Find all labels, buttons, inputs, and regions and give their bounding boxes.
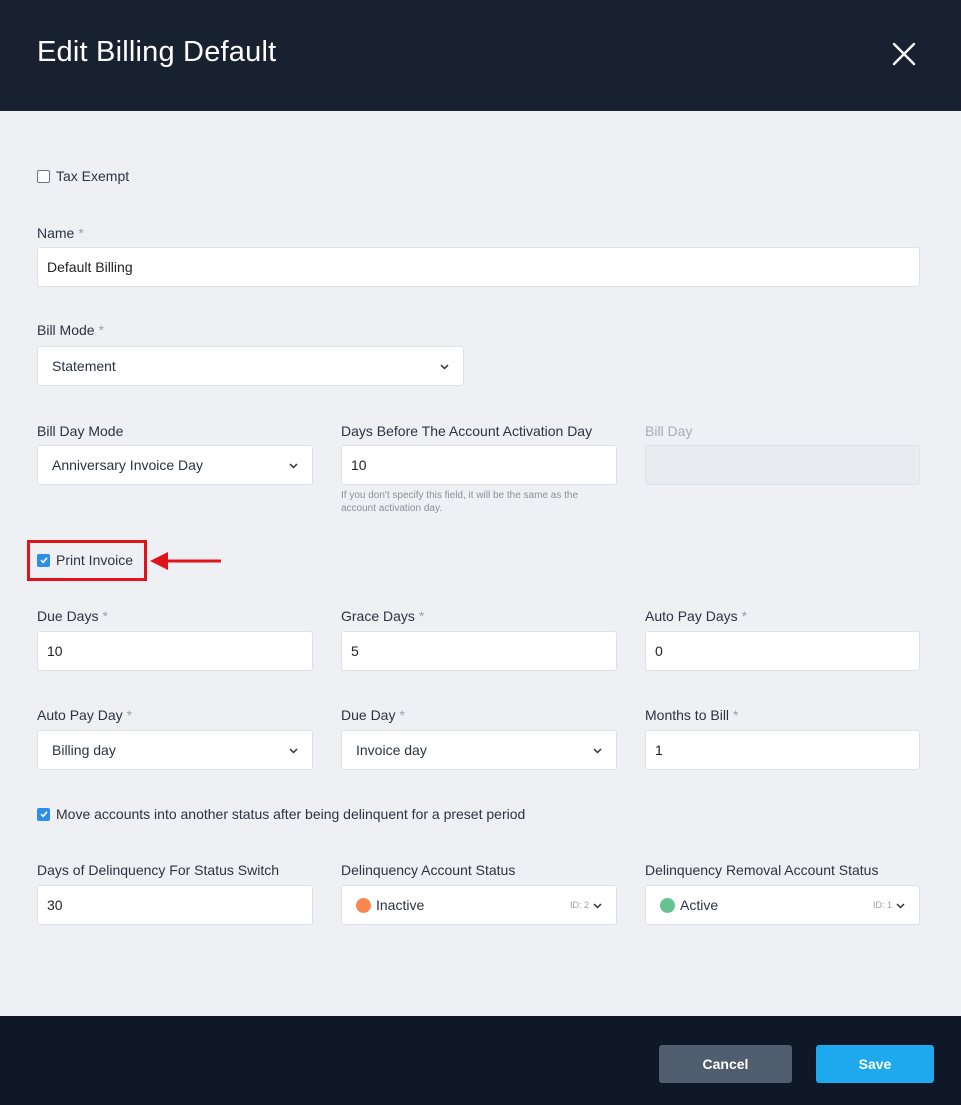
bill-mode-select[interactable]: Statement: [37, 346, 464, 386]
help-line: account activation day.: [341, 503, 442, 514]
bill-day-mode-label: Bill Day Mode: [37, 423, 124, 439]
status-id-badge: ID: 1: [872, 900, 892, 910]
grace-days-label: Grace Days *: [341, 608, 425, 624]
months-to-bill-input[interactable]: 1: [645, 730, 920, 770]
status-dot-icon: [356, 897, 371, 913]
tax-exempt-checkbox[interactable]: Tax Exempt: [37, 168, 129, 184]
checkbox-box[interactable]: [37, 169, 50, 183]
auto-pay-days-label: Auto Pay Days *: [645, 608, 748, 624]
due-day-label: Due Day *: [341, 707, 405, 723]
days-before-label: Days Before The Account Activation Day: [341, 423, 593, 439]
bill-day-input: [645, 445, 920, 485]
save-button[interactable]: Save: [816, 1045, 934, 1083]
chevron-down-icon: [592, 900, 603, 911]
grace-days-value: 5: [351, 643, 359, 659]
delinquency-status-select[interactable]: Inactive ID: 2: [341, 885, 617, 925]
bill-day-mode-select[interactable]: Anniversary Invoice Day: [37, 445, 313, 485]
days-before-input[interactable]: 10: [341, 445, 617, 485]
arrow-left-icon: [150, 552, 221, 570]
chevron-down-icon: [288, 460, 299, 471]
due-day-select[interactable]: Invoice day: [341, 730, 617, 770]
dialog-title: Edit Billing Default: [37, 36, 277, 68]
days-before-value: 10: [351, 457, 367, 473]
days-before-help: If you don't specify this field, it will…: [341, 489, 611, 515]
bill-day-label: Bill Day: [645, 423, 693, 439]
delinquency-days-input[interactable]: 30: [37, 885, 313, 925]
move-accounts-checkbox[interactable]: Move accounts into another status after …: [37, 806, 525, 822]
delinquency-days-value: 30: [47, 897, 63, 913]
chevron-down-icon: [439, 361, 450, 372]
bill-mode-label: Bill Mode *: [37, 322, 105, 338]
status-dot-icon: [660, 897, 675, 913]
name-input[interactable]: Default Billing: [37, 247, 920, 287]
delinquency-days-label: Days of Delinquency For Status Switch: [37, 862, 279, 878]
delinquency-status-value: Inactive: [376, 897, 425, 913]
removal-status-select[interactable]: Active ID: 1: [645, 885, 920, 925]
due-day-value: Invoice day: [356, 742, 427, 758]
auto-pay-days-input[interactable]: 0: [645, 631, 920, 671]
highlight-box: [27, 540, 147, 581]
auto-pay-day-label: Auto Pay Day *: [37, 707, 133, 723]
chevron-down-icon: [288, 745, 299, 756]
due-days-label: Due Days *: [37, 608, 108, 624]
dialog-header: Edit Billing Default: [0, 0, 961, 111]
close-icon[interactable]: [888, 38, 920, 70]
bill-day-mode-value: Anniversary Invoice Day: [52, 457, 203, 473]
name-value: Default Billing: [47, 259, 133, 275]
auto-pay-day-select[interactable]: Billing day: [37, 730, 313, 770]
due-days-value: 10: [47, 643, 63, 659]
name-label: Name *: [37, 225, 84, 241]
months-to-bill-value: 1: [655, 742, 663, 758]
checkmark-icon: [39, 811, 48, 818]
delinquency-status-label: Delinquency Account Status: [341, 862, 516, 878]
tax-exempt-label: Tax Exempt: [56, 168, 130, 184]
grace-days-input[interactable]: 5: [341, 631, 617, 671]
checkbox-box[interactable]: [37, 807, 50, 821]
bill-mode-value: Statement: [52, 358, 116, 374]
chevron-down-icon: [895, 900, 906, 911]
auto-pay-day-value: Billing day: [52, 742, 116, 758]
removal-status-label: Delinquency Removal Account Status: [645, 862, 879, 878]
move-accounts-label: Move accounts into another status after …: [56, 806, 526, 822]
status-id-badge: ID: 2: [569, 900, 589, 910]
months-to-bill-label: Months to Bill *: [645, 707, 739, 723]
chevron-down-icon: [592, 745, 603, 756]
help-line: If you don't specify this field, it will…: [341, 490, 579, 501]
removal-status-value: Active: [680, 897, 719, 913]
auto-pay-days-value: 0: [655, 643, 663, 659]
cancel-button[interactable]: Cancel: [659, 1045, 792, 1083]
due-days-input[interactable]: 10: [37, 631, 313, 671]
